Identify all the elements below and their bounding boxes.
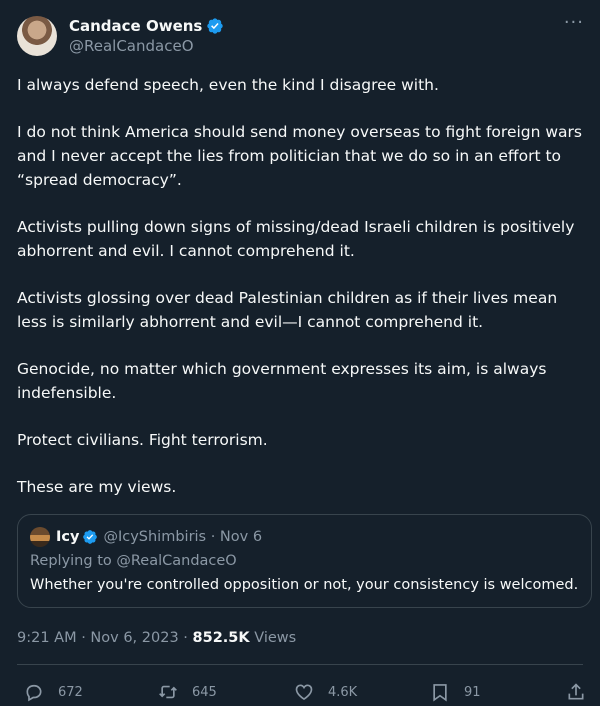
share-button[interactable] bbox=[566, 682, 586, 702]
like-icon bbox=[295, 684, 313, 701]
bookmark-icon bbox=[433, 684, 447, 702]
tweet-meta: 9:21 AM · Nov 6, 2023 · 852.5K Views bbox=[17, 628, 583, 648]
tweet-paragraph: Activists pulling down signs of missing/… bbox=[17, 218, 575, 260]
author-names: Candace Owens @RealCandaceO bbox=[69, 16, 224, 56]
like-count: 4.6K bbox=[328, 684, 358, 700]
author-avatar[interactable] bbox=[17, 16, 57, 56]
quoted-author-avatar[interactable] bbox=[30, 527, 50, 547]
quoted-tweet-header: Icy @IcyShimbiris · Nov 6 bbox=[30, 527, 579, 547]
quoted-tweet-text: Whether you're controlled opposition or … bbox=[30, 577, 579, 593]
retweet-button[interactable]: 645 bbox=[158, 682, 217, 702]
tweet-paragraph: Genocide, no matter which government exp… bbox=[17, 360, 547, 402]
reply-count: 672 bbox=[58, 684, 83, 700]
bookmark-count: 91 bbox=[464, 684, 481, 700]
bookmark-button[interactable]: 91 bbox=[430, 682, 481, 702]
author-display-name[interactable]: Candace Owens bbox=[69, 16, 202, 36]
quoted-author-name[interactable]: Icy bbox=[56, 527, 79, 547]
tweet-text: I always defend speech, even the kind I … bbox=[17, 73, 583, 499]
reply-button[interactable]: 672 bbox=[24, 682, 83, 702]
more-options-icon[interactable]: ··· bbox=[564, 14, 584, 32]
quoted-handle-date[interactable]: @IcyShimbiris · Nov 6 bbox=[103, 527, 262, 547]
verified-badge-icon bbox=[207, 18, 224, 34]
quoted-tweet[interactable]: Icy @IcyShimbiris · Nov 6 Replying to @R… bbox=[17, 514, 592, 608]
retweet-count: 645 bbox=[192, 684, 217, 700]
views-count: 852.5K bbox=[192, 630, 250, 646]
tweet-paragraph: Activists glossing over dead Palestinian… bbox=[17, 289, 558, 331]
retweet-icon bbox=[159, 685, 177, 699]
share-icon bbox=[568, 683, 584, 700]
tweet-paragraph: I always defend speech, even the kind I … bbox=[17, 76, 439, 94]
quoted-verified-badge-icon bbox=[83, 530, 98, 544]
tweet-header: Candace Owens @RealCandaceO ··· bbox=[17, 14, 583, 58]
replying-to[interactable]: Replying to @RealCandaceO bbox=[30, 551, 579, 571]
action-bar: 672 645 4.6K 91 bbox=[0, 678, 600, 706]
tweet-paragraph: Protect civilians. Fight terrorism. bbox=[17, 431, 268, 449]
tweet-paragraph: These are my views. bbox=[17, 478, 177, 496]
like-button[interactable]: 4.6K bbox=[294, 682, 357, 702]
views-label: Views bbox=[249, 630, 297, 646]
author-name-row: Candace Owens bbox=[69, 16, 224, 36]
divider bbox=[17, 664, 583, 665]
reply-icon bbox=[26, 684, 42, 702]
tweet-paragraph: I do not think America should send money… bbox=[17, 123, 583, 189]
author-handle[interactable]: @RealCandaceO bbox=[69, 36, 224, 56]
tweet-timestamp[interactable]: 9:21 AM · Nov 6, 2023 · bbox=[17, 630, 193, 646]
tweet-card: Candace Owens @RealCandaceO ··· I always… bbox=[0, 0, 600, 705]
